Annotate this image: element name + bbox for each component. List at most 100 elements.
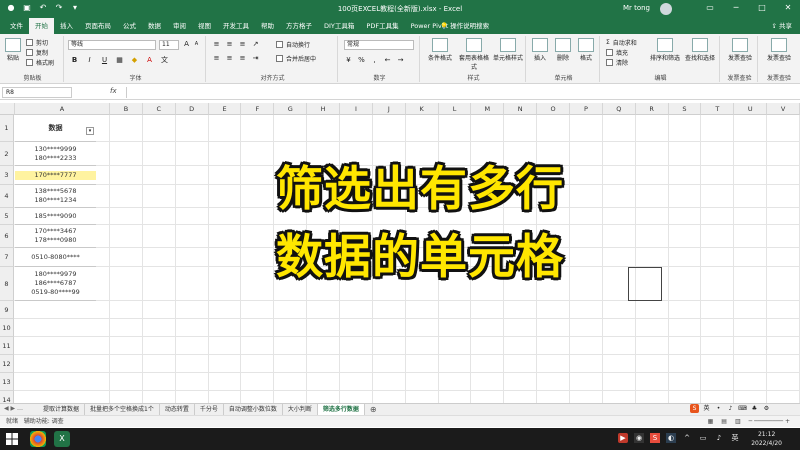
invoice-check-button-2[interactable]: 发票查验 (762, 38, 796, 62)
autosum-button[interactable]: Σ 自动求和 (606, 38, 637, 47)
column-header[interactable]: K (405, 103, 439, 115)
fill-button[interactable]: 填充 (606, 48, 628, 57)
accessibility-status[interactable]: 辅助功能: 调查 (24, 418, 64, 425)
data-cell[interactable]: 138****5678 180****1234 (15, 185, 96, 208)
column-header[interactable]: P (570, 103, 603, 115)
row-header[interactable]: 14 (0, 391, 14, 403)
ribbon-tab[interactable]: 审阅 (167, 18, 192, 34)
ime-keyboard-icon[interactable]: ⌨ (738, 404, 747, 413)
ribbon-tab[interactable]: 视图 (192, 18, 217, 34)
row-header[interactable]: 7 (0, 248, 14, 267)
find-select-button[interactable]: 查找和选择 (684, 38, 716, 62)
column-header[interactable]: I (340, 103, 373, 115)
underline-icon[interactable]: U (100, 56, 109, 65)
shrink-font-icon[interactable]: A (192, 40, 201, 49)
row-header[interactable]: 2 (0, 142, 14, 166)
percent-icon[interactable]: % (357, 56, 366, 65)
clear-button[interactable]: 清除 (606, 58, 628, 67)
column-header[interactable]: C (142, 103, 176, 115)
sort-filter-button[interactable]: 排序和筛选 (650, 38, 680, 62)
align-left-icon[interactable]: ≡ (212, 54, 221, 63)
ribbon-tab[interactable]: 页面布局 (79, 18, 117, 34)
redo-icon[interactable]: ↷ (54, 3, 64, 13)
row-header[interactable]: 3 (0, 166, 14, 185)
column-header[interactable]: F (241, 103, 275, 115)
data-cell[interactable]: 170****3467 178****0980 (15, 225, 96, 248)
ribbon-display-icon[interactable]: ▭ (704, 2, 716, 14)
taskbar-clock[interactable]: 21:12 2022/4/20 (751, 430, 782, 448)
chrome-icon[interactable] (30, 431, 46, 447)
indent-icon[interactable]: ⇥ (251, 54, 260, 63)
column-header[interactable]: B (110, 103, 143, 115)
align-right-icon[interactable]: ≡ (238, 54, 247, 63)
column-header[interactable]: H (307, 103, 341, 115)
column-header[interactable]: R (635, 103, 669, 115)
row-header[interactable]: 12 (0, 355, 14, 373)
italic-icon[interactable]: I (85, 56, 94, 65)
orientation-icon[interactable]: ↗ (251, 40, 260, 49)
column-header[interactable]: U (734, 103, 768, 115)
ime-logo-icon[interactable]: S (690, 404, 699, 413)
ribbon-tab[interactable]: 数据 (142, 18, 167, 34)
wrap-text-button[interactable]: 自动换行 (276, 40, 310, 49)
font-size-select[interactable]: 11 (159, 40, 179, 50)
data-header-cell[interactable]: 数据 (15, 115, 96, 142)
row-header[interactable]: 10 (0, 319, 14, 337)
zoom-slider[interactable]: ─ ──────── + (749, 416, 790, 427)
column-header[interactable]: T (701, 103, 735, 115)
comma-icon[interactable]: , (370, 56, 379, 65)
ribbon-tab[interactable]: 插入 (54, 18, 79, 34)
row-header[interactable]: 6 (0, 225, 14, 248)
column-header[interactable]: S (668, 103, 702, 115)
name-box[interactable]: R8 (2, 87, 72, 98)
row-header[interactable]: 9 (0, 301, 14, 319)
column-header[interactable]: Q (602, 103, 636, 115)
ime-skin-icon[interactable]: ♣ (750, 404, 759, 413)
paste-button[interactable]: 粘贴 (4, 38, 22, 62)
avatar[interactable] (660, 3, 672, 15)
page-layout-icon[interactable]: ▤ (721, 416, 727, 427)
fill-color-icon[interactable]: ◆ (130, 56, 139, 65)
ime-tray-icon[interactable]: 英 (730, 433, 740, 443)
data-cell[interactable]: 170****7777 (15, 166, 96, 185)
tray-app-icon-1[interactable]: ▶ (618, 433, 628, 443)
tray-app-icon-2[interactable]: ◉ (634, 433, 644, 443)
select-all-corner[interactable] (0, 103, 15, 115)
save-icon[interactable]: ▣ (22, 3, 32, 13)
bold-icon[interactable]: B (70, 56, 79, 65)
cut-button[interactable]: 剪切 (26, 38, 48, 47)
row-header[interactable]: 8 (0, 267, 14, 301)
format-as-table-button[interactable]: 套用表格格式 (458, 38, 490, 71)
conditional-format-button[interactable]: 条件格式 (424, 38, 456, 62)
data-cell[interactable]: 185****9090 (15, 208, 96, 225)
border-icon[interactable]: ▦ (115, 56, 124, 65)
formula-input[interactable] (126, 87, 796, 98)
user-name[interactable]: Mr tong (623, 4, 650, 12)
column-header[interactable]: J (372, 103, 406, 115)
ribbon-tab[interactable]: 帮助 (255, 18, 280, 34)
ribbon-tab[interactable]: 文件 (4, 18, 29, 34)
close-icon[interactable]: ✕ (782, 2, 794, 14)
minimize-icon[interactable]: ─ (730, 2, 742, 14)
row-header[interactable]: 11 (0, 337, 14, 355)
volume-icon[interactable]: ♪ (714, 433, 724, 443)
tell-me-search[interactable]: 💡 操作说明搜索 (440, 18, 489, 34)
column-header[interactable]: M (471, 103, 505, 115)
sheet-nav-arrows[interactable]: ◀ ▶ … (4, 405, 23, 412)
tray-expand-icon[interactable]: ^ (682, 433, 692, 443)
page-break-icon[interactable]: ▥ (735, 416, 741, 427)
ribbon-tab[interactable]: 开发工具 (217, 18, 255, 34)
row-header[interactable]: 5 (0, 208, 14, 225)
column-header[interactable]: A (15, 103, 111, 115)
format-cells-button[interactable]: 格式 (576, 38, 596, 62)
data-cell[interactable]: 0510-8080**** (15, 248, 96, 267)
delete-cells-button[interactable]: 删除 (553, 38, 573, 62)
font-color-icon[interactable]: A (145, 56, 154, 65)
network-icon[interactable]: ▭ (698, 433, 708, 443)
ribbon-tab[interactable]: 公式 (117, 18, 142, 34)
filter-dropdown-icon[interactable]: ▾ (86, 127, 94, 135)
ribbon-tab[interactable]: PDF工具集 (360, 18, 404, 34)
ribbon-tab[interactable]: DIY工具箱 (318, 18, 360, 34)
cell-styles-button[interactable]: 单元格样式 (492, 38, 524, 62)
merge-center-button[interactable]: 合并后居中 (276, 54, 316, 63)
